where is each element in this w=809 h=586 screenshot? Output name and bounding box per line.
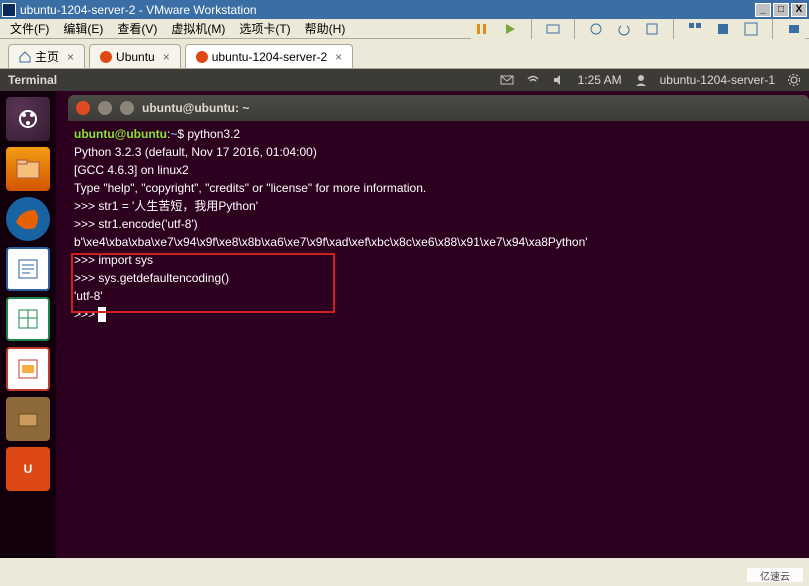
snapshot-button[interactable] [585,18,607,40]
thumbnail-button[interactable] [684,18,706,40]
watermark: 亿速云 [747,568,803,582]
ubuntu-icon [196,51,208,63]
toolbar-divider [531,19,532,39]
tab-close-icon[interactable]: × [335,50,342,64]
python-banner-1: Python 3.2.3 (default, Nov 17 2016, 01:0… [74,145,317,159]
window-close-button[interactable] [76,101,90,115]
active-app-label: Terminal [8,73,57,87]
menu-file[interactable]: 文件(F) [4,18,55,39]
tab-active-label: ubuntu-1204-server-2 [212,50,327,64]
python-banner-3: Type "help", "copyright", "credits" or "… [74,181,426,195]
user-icon [634,73,648,87]
tab-close-icon[interactable]: × [163,50,170,64]
launcher-software-center[interactable]: U [6,447,50,491]
terminal-window: ubuntu@ubuntu: ~ ubuntu@ubuntu:~$ python… [68,95,809,541]
toolbar-divider [673,19,674,39]
launcher-extra[interactable] [6,397,50,441]
manage-button[interactable] [641,18,663,40]
py-stmt-4: sys.getdefaultencoding() [98,271,229,285]
session-user[interactable]: ubuntu-1204-server-1 [660,73,775,87]
python-banner-2: [GCC 4.6.3] on linux2 [74,163,189,177]
vmware-titlebar: ubuntu-1204-server-2 - VMware Workstatio… [0,0,809,19]
home-icon [19,51,31,63]
tab-close-icon[interactable]: × [67,50,74,64]
volume-icon[interactable] [552,73,566,87]
wifi-icon[interactable] [526,73,540,87]
window-maximize-button[interactable] [120,101,134,115]
menu-edit[interactable]: 编辑(E) [57,18,109,39]
window-title: ubuntu-1204-server-2 - VMware Workstatio… [20,3,257,17]
launcher-writer[interactable] [6,247,50,291]
prompt-char: $ [177,127,187,141]
tab-active-vm[interactable]: ubuntu-1204-server-2 × [185,44,353,68]
gear-icon[interactable] [787,73,801,87]
unity-button[interactable] [712,18,734,40]
py-stmt-3: import sys [98,253,153,267]
toolbar-divider [772,19,773,39]
command-python: python3.2 [187,127,240,141]
ubuntu-icon [100,51,112,63]
tab-ubuntu[interactable]: Ubuntu × [89,44,181,68]
power-play-button[interactable] [499,18,521,40]
tab-home[interactable]: 主页 × [8,44,85,68]
py-stmt-2: str1.encode('utf-8') [98,217,197,231]
unity-launcher: U [0,91,56,558]
send-cad-button[interactable] [542,18,564,40]
terminal-titlebar[interactable]: ubuntu@ubuntu: ~ [68,95,809,121]
py-prompt: >>> [74,271,98,285]
clock[interactable]: 1:25 AM [578,73,622,87]
mail-icon[interactable] [500,73,514,87]
prompt-user: ubuntu@ubuntu [74,127,167,141]
power-pause-button[interactable] [471,18,493,40]
terminal[interactable]: ubuntu@ubuntu:~$ python3.2 Python 3.2.3 … [68,121,809,541]
menu-vm[interactable]: 虚拟机(M) [165,18,231,39]
ubuntu-desktop: U ubuntu@ubuntu: ~ ubuntu@ubuntu:~$ pyth… [0,91,809,558]
menu-tabs[interactable]: 选项卡(T) [233,18,296,39]
toolbar-divider [574,19,575,39]
py-prompt: >>> [74,307,98,321]
highlighted-block: >>> import sys >>> sys.getdefaultencodin… [74,253,229,303]
usc-label: U [24,462,33,476]
fullscreen-button[interactable] [740,18,762,40]
py-output-2: b'\xe4\xba\xba\xe7\x94\x9f\xe8\x8b\xa6\x… [74,235,588,249]
py-output-4: 'utf-8' [74,289,103,303]
window-minimize-button[interactable] [98,101,112,115]
tab-home-label: 主页 [35,48,59,65]
launcher-files[interactable] [6,147,50,191]
ubuntu-top-panel: Terminal 1:25 AM ubuntu-1204-server-1 [0,69,809,91]
console-button[interactable] [783,18,805,40]
tab-ubuntu-label: Ubuntu [116,50,155,64]
minimize-button[interactable]: _ [755,3,771,17]
py-prompt: >>> [74,199,98,213]
vmware-icon [2,3,16,17]
launcher-firefox[interactable] [6,197,50,241]
vmware-tabstrip: 主页 × Ubuntu × ubuntu-1204-server-2 × [0,39,809,69]
terminal-title: ubuntu@ubuntu: ~ [142,101,249,115]
py-prompt: >>> [74,217,98,231]
launcher-dash[interactable] [6,97,50,141]
launcher-impress[interactable] [6,347,50,391]
menu-help[interactable]: 帮助(H) [299,18,352,39]
cursor [98,307,106,322]
vmware-menubar: 文件(F) 编辑(E) 查看(V) 虚拟机(M) 选项卡(T) 帮助(H) [0,19,809,39]
menu-view[interactable]: 查看(V) [111,18,163,39]
launcher-calc[interactable] [6,297,50,341]
maximize-button[interactable]: □ [773,3,789,17]
py-stmt-1: str1 = '人生苦短，我用Python' [98,199,258,213]
revert-button[interactable] [613,18,635,40]
close-button[interactable]: X [791,3,807,17]
py-prompt: >>> [74,253,98,267]
